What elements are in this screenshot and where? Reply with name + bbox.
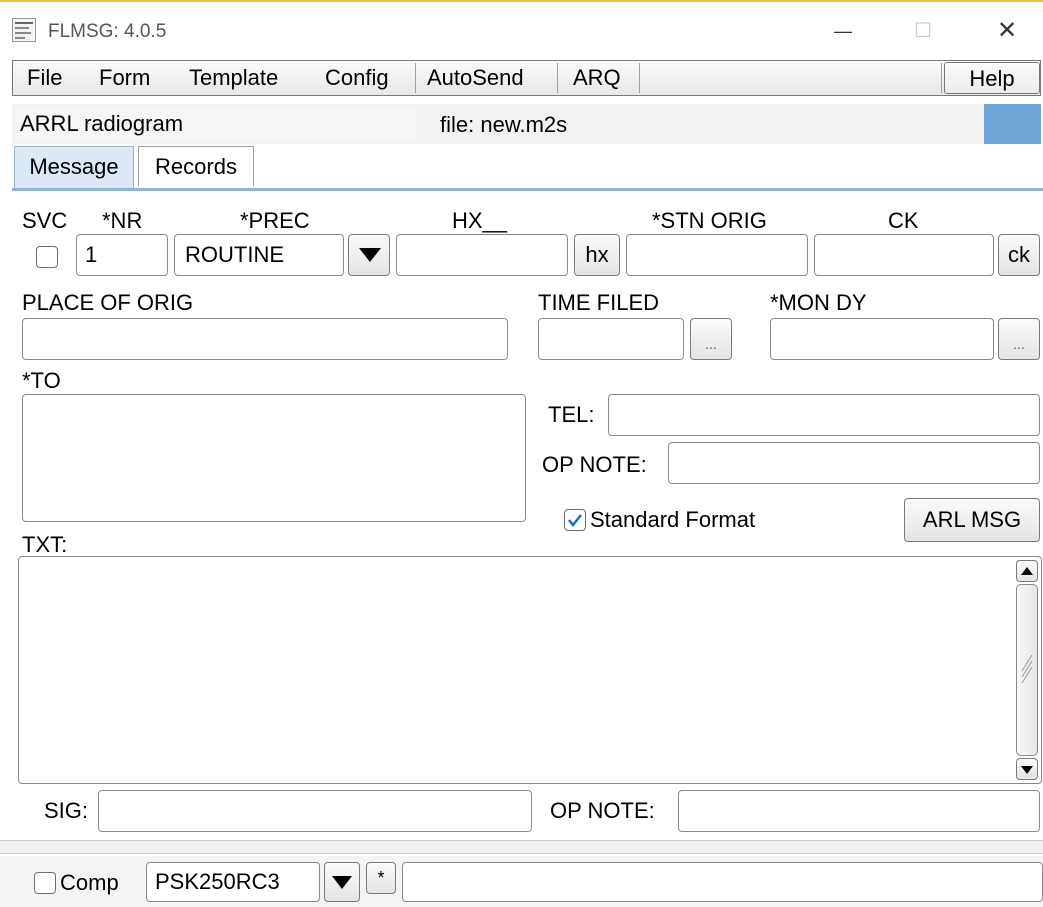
tab-underline bbox=[12, 188, 1043, 191]
checkmark-icon bbox=[568, 514, 582, 528]
menu-separator bbox=[639, 63, 640, 93]
label-sig: SIG: bbox=[44, 798, 89, 823]
mode-dropdown-button[interactable] bbox=[324, 862, 360, 902]
ck-button[interactable]: ck bbox=[998, 234, 1040, 276]
to-textarea[interactable] bbox=[22, 394, 526, 522]
maximize-button[interactable]: ☐ bbox=[900, 14, 946, 48]
menu-form[interactable]: Form bbox=[99, 61, 150, 95]
label-ck: CK bbox=[888, 208, 919, 233]
star-button[interactable]: * bbox=[366, 862, 396, 894]
prec-dropdown-button[interactable] bbox=[348, 234, 390, 276]
comp-label: Comp bbox=[60, 870, 119, 895]
standard-format-label: Standard Format bbox=[590, 507, 756, 532]
scroll-up-button[interactable] bbox=[1016, 560, 1038, 582]
app-icon bbox=[12, 18, 36, 42]
op-note-2-field[interactable] bbox=[678, 790, 1040, 832]
tab-message[interactable]: Message bbox=[14, 146, 134, 188]
label-op-note-2: OP NOTE: bbox=[550, 798, 655, 823]
menu-arq[interactable]: ARQ bbox=[573, 61, 621, 95]
triangle-down-icon bbox=[332, 876, 352, 889]
menu-autosend[interactable]: AutoSend bbox=[427, 61, 524, 95]
svc-checkbox[interactable] bbox=[36, 246, 58, 268]
minimize-button[interactable]: — bbox=[820, 14, 866, 48]
divider bbox=[0, 840, 1043, 854]
date-picker-button[interactable]: ... bbox=[998, 318, 1040, 360]
title-bar: FLMSG: 4.0.5 — ☐ ✕ bbox=[0, 0, 1043, 58]
op-note-field[interactable] bbox=[668, 442, 1040, 484]
mode-select[interactable]: PSK250RC3 bbox=[146, 862, 320, 902]
bottom-bar: Comp PSK250RC3 * bbox=[0, 856, 1043, 907]
sig-field[interactable] bbox=[98, 790, 532, 832]
mon-dy-field[interactable] bbox=[770, 318, 994, 360]
grip-icon bbox=[1020, 655, 1034, 685]
label-hx: HX__ bbox=[452, 208, 508, 233]
label-op-note: OP NOTE: bbox=[542, 452, 647, 477]
label-prec: *PREC bbox=[240, 208, 310, 233]
menu-file[interactable]: File bbox=[27, 61, 62, 95]
label-place-of-orig: PLACE OF ORIG bbox=[22, 290, 194, 315]
close-button[interactable]: ✕ bbox=[982, 14, 1032, 48]
label-tel: TEL: bbox=[548, 402, 595, 427]
label-to: *TO bbox=[22, 368, 61, 393]
label-txt: TXT: bbox=[22, 532, 68, 557]
status-indicator bbox=[984, 104, 1041, 144]
menu-separator bbox=[415, 63, 416, 93]
form-name: ARRL radiogram bbox=[16, 106, 416, 142]
time-filed-field[interactable] bbox=[538, 318, 684, 360]
triangle-down-icon bbox=[359, 248, 381, 262]
stn-orig-field[interactable] bbox=[626, 234, 808, 276]
time-picker-button[interactable]: ... bbox=[690, 318, 732, 360]
arl-msg-button[interactable]: ARL MSG bbox=[904, 498, 1040, 542]
hx-button[interactable]: hx bbox=[574, 234, 620, 276]
menu-config[interactable]: Config bbox=[325, 61, 389, 95]
tel-field[interactable] bbox=[608, 394, 1040, 436]
label-nr: *NR bbox=[102, 208, 143, 233]
txt-scrollbar[interactable] bbox=[1014, 558, 1040, 782]
txt-textarea[interactable] bbox=[18, 556, 1042, 784]
place-of-orig-field[interactable] bbox=[22, 318, 508, 360]
standard-format-checkbox[interactable] bbox=[564, 509, 586, 531]
label-stn-orig: *STN ORIG bbox=[652, 208, 767, 233]
menu-help[interactable]: Help bbox=[944, 62, 1040, 94]
label-time-filed: TIME FILED bbox=[538, 290, 660, 315]
ellipsis-icon: ... bbox=[1013, 336, 1025, 352]
nr-field[interactable]: 1 bbox=[76, 234, 168, 276]
scroll-down-icon bbox=[1021, 766, 1033, 774]
maximize-icon: ☐ bbox=[914, 20, 932, 42]
scroll-thumb[interactable] bbox=[1016, 584, 1038, 756]
close-icon: ✕ bbox=[996, 17, 1018, 44]
hx-field[interactable] bbox=[396, 234, 568, 276]
minimize-icon: — bbox=[834, 21, 852, 41]
status-field bbox=[402, 862, 1043, 902]
tab-records[interactable]: Records bbox=[138, 146, 254, 186]
menu-separator bbox=[557, 63, 558, 93]
label-mon-dy: *MON DY bbox=[770, 290, 867, 315]
ck-field[interactable] bbox=[814, 234, 994, 276]
window-title: FLMSG: 4.0.5 bbox=[48, 21, 167, 42]
menu-separator bbox=[941, 63, 942, 93]
menu-bar: File Form Template Config AutoSend ARQ H… bbox=[12, 60, 1041, 96]
ellipsis-icon: ... bbox=[705, 336, 717, 352]
file-name: file: new.m2s bbox=[440, 112, 568, 137]
scroll-up-icon bbox=[1021, 567, 1033, 575]
prec-select[interactable]: ROUTINE bbox=[174, 234, 344, 276]
menu-template[interactable]: Template bbox=[189, 61, 278, 95]
scroll-down-button[interactable] bbox=[1016, 758, 1038, 780]
comp-checkbox[interactable] bbox=[34, 872, 56, 894]
form-bar: ARRL radiogram file: new.m2s bbox=[12, 104, 1041, 144]
label-svc: SVC bbox=[22, 208, 68, 233]
